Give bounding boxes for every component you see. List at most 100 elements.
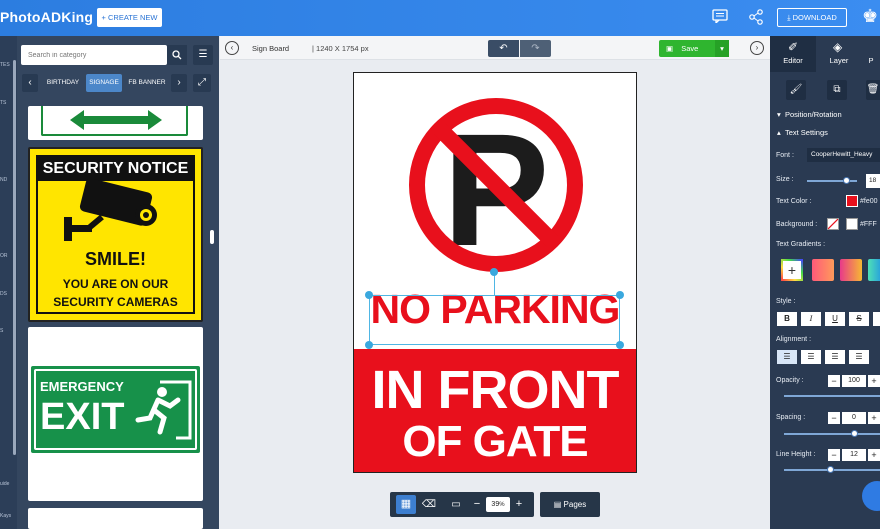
spacing-decrease[interactable]: − [828,412,840,424]
presentation-button[interactable]: ▭ [447,495,465,514]
opacity-slider[interactable] [784,395,880,397]
format-painter-button[interactable]: 🖌 [786,80,806,100]
category-scrollbar[interactable] [13,60,16,455]
grid-icon: ▦ [400,498,412,510]
align-right-button[interactable]: ☰ [825,350,845,364]
gradient-swatch[interactable] [812,259,834,281]
collapse-right-button[interactable]: › [750,41,764,55]
gradient-swatch[interactable] [868,259,880,281]
text-color-value[interactable]: #fe00 [860,198,878,205]
transparent-swatch[interactable] [827,218,839,230]
caret-down-icon: ▾ [777,110,781,119]
save-button[interactable]: ▣ Save ▾ [659,40,729,57]
category-label[interactable]: uide [0,481,17,487]
background-color-swatch[interactable] [846,218,858,230]
red-banner[interactable]: IN FRONT OF GATE [354,349,636,472]
chevron-down-icon[interactable]: ▾ [715,40,729,57]
tab-birthday[interactable]: BIRTHDAY [44,74,82,92]
resize-handle[interactable] [365,291,373,299]
align-center-button[interactable]: ☰ [801,350,821,364]
template-thumbnail[interactable]: SECURITY NOTICE SMILE! YOU ARE ON OUR SE… [28,147,203,322]
template-thumbnail[interactable] [28,508,203,529]
section-text-settings[interactable]: ▴ Text Settings [777,128,828,137]
thumbnail-line: SECURITY CAMERAS [53,295,178,309]
category-label[interactable]: Kays [0,513,17,519]
rotate-handle[interactable] [490,268,498,276]
size-input[interactable]: 18 [866,174,880,188]
resize-handle[interactable] [365,341,373,349]
spacing-input[interactable]: 0 [842,412,866,424]
list-view-button[interactable]: ☰ [193,45,213,65]
tab-fb-banner[interactable]: FB BANNER [126,74,168,92]
spacing-slider-knob[interactable] [851,430,858,437]
line-height-input[interactable]: 12 [842,449,866,461]
background-color-value[interactable]: #FFF [860,221,877,228]
font-label: Font : [776,152,794,159]
gradient-swatch[interactable] [840,259,862,281]
share-icon[interactable] [748,9,764,28]
banner-line[interactable]: IN FRONT [354,359,636,421]
chat-icon[interactable] [712,9,728,26]
opacity-decrease[interactable]: − [828,375,840,387]
thumbnail-title: EMERGENCY [40,379,124,394]
spacing-slider[interactable] [784,433,880,435]
delete-button[interactable]: 🗑 [866,80,880,100]
undo-icon: ↶ [499,43,508,54]
tab-signage[interactable]: SIGNAGE [86,74,122,92]
redo-button[interactable]: ↷ [520,40,551,57]
create-new-button[interactable]: + CREATE NEW [97,8,162,27]
pages-button[interactable]: ▤ Pages [540,492,600,517]
line-height-increase[interactable]: + [868,449,880,461]
tab-layer[interactable]: ◈ Layer [816,36,862,72]
search-button[interactable] [167,45,187,65]
text-color-label: Text Color : [776,198,812,205]
text-color-swatch[interactable] [846,195,858,207]
align-left-button[interactable]: ☰ [777,350,797,364]
underline-button[interactable]: U [825,312,845,326]
eraser-button[interactable]: ⌫ [420,495,438,514]
line-height-decrease[interactable]: − [828,449,840,461]
resize-handle[interactable] [616,291,624,299]
chess-king-icon[interactable]: ♚ [862,6,878,27]
resize-handle[interactable] [616,341,624,349]
line-height-slider-knob[interactable] [827,466,834,473]
zoom-out-button[interactable]: − [470,497,484,512]
italic-button[interactable]: I [801,312,821,326]
app-logo[interactable]: PhotoADKing [0,9,93,25]
spacing-increase[interactable]: + [868,412,880,424]
template-thumbnail[interactable] [28,106,203,140]
strikethrough-button[interactable]: S [849,312,869,326]
duplicate-button[interactable]: ⧉ [827,80,847,100]
collapse-left-button[interactable]: ‹ [225,41,239,55]
document-name[interactable]: Sign Board [252,44,289,53]
template-thumbnail[interactable]: EMERGENCY EXIT [28,327,203,501]
zoom-level[interactable]: 39% [486,497,510,512]
tab-more[interactable]: P [862,36,880,72]
font-select[interactable]: CooperHewitt_Heavy [807,148,880,162]
tab-editor[interactable]: ✐ Editor [770,36,816,72]
thumbnail-line: SMILE! [85,249,146,269]
selection-box[interactable] [369,295,620,345]
opacity-input[interactable]: 100 [842,375,866,387]
add-gradient-button[interactable]: + [781,259,803,281]
banner-line[interactable]: OF GATE [354,417,636,467]
bold-button[interactable]: B [777,312,797,326]
no-parking-sign: P [409,98,583,273]
thumbnail-scrollbar[interactable] [210,230,214,244]
tabs-prev-button[interactable]: ‹ [22,74,38,92]
section-position-rotation[interactable]: ▾ Position/Rotation [777,110,842,119]
search-input[interactable] [21,45,167,65]
undo-button[interactable]: ↶ [488,40,519,57]
expand-panel-button[interactable]: ⤢ [193,74,211,92]
align-justify-button[interactable]: ☰ [849,350,869,364]
download-button[interactable]: ⤓ DOWNLOAD [777,8,847,27]
more-style-button[interactable] [873,312,880,326]
grid-view-button[interactable]: ▦ [396,495,416,514]
opacity-increase[interactable]: + [868,375,880,387]
thumbnail-title: SECURITY NOTICE [38,157,193,181]
align-left-icon: ☰ [783,352,791,361]
size-slider-knob[interactable] [843,177,850,184]
tabs-next-button[interactable]: › [171,74,187,92]
zoom-in-button[interactable]: + [512,497,526,512]
pages-icon: ▤ [553,500,562,509]
